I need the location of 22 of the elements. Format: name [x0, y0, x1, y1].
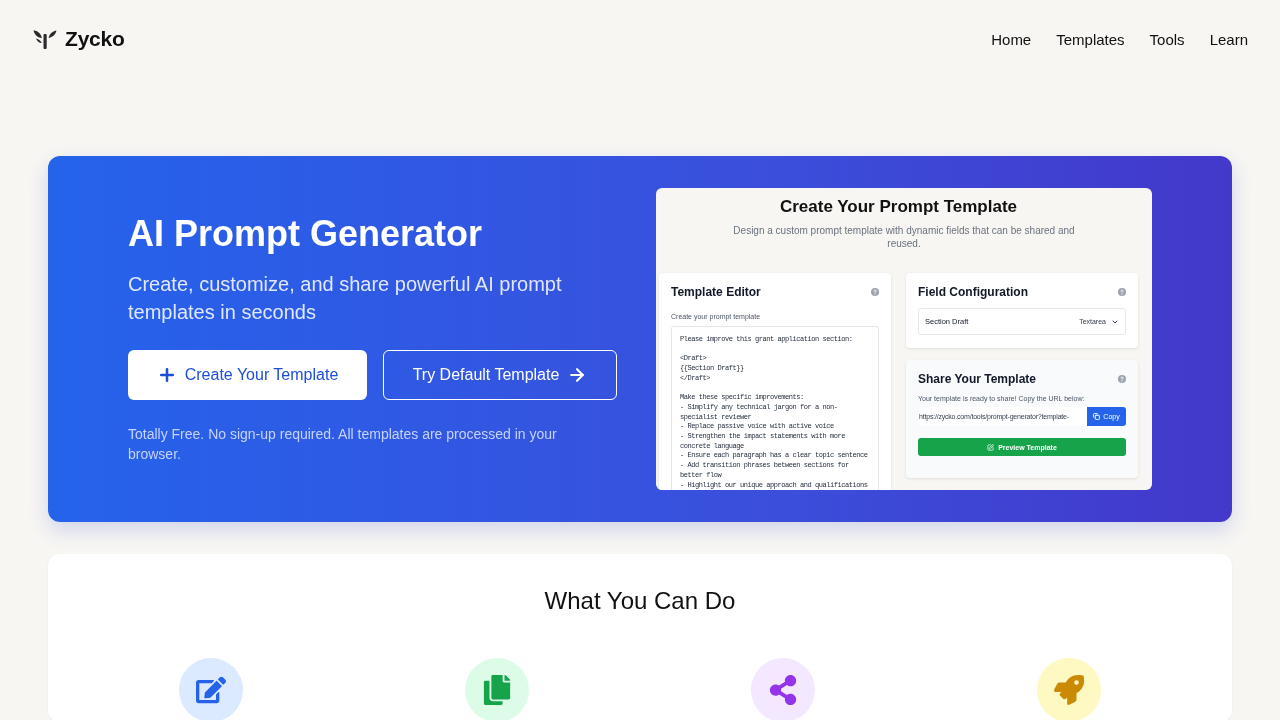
- nav-link[interactable]: Templates: [1056, 30, 1125, 48]
- edit-icon: [987, 443, 995, 451]
- help-icon: [1118, 375, 1126, 383]
- screenshot-title: Create Your Prompt Template: [778, 196, 1019, 218]
- sprout-logo-icon: [33, 29, 57, 49]
- section-title: What You Can Do: [543, 586, 737, 616]
- card-title: Share Your Template: [918, 372, 1037, 386]
- nav-link[interactable]: Tools: [1149, 30, 1185, 48]
- create-template-button[interactable]: Create Your Template: [128, 350, 367, 400]
- copy-icon: [1093, 413, 1101, 420]
- hero-note: Totally Free. No sign-up required. All templates are processed in your browser.: [128, 425, 558, 464]
- help-icon: [1118, 288, 1126, 296]
- hero-title: AI Prompt Generator: [128, 214, 484, 254]
- try-default-template-button[interactable]: Try Default Template: [383, 350, 617, 400]
- nav-link[interactable]: Home: [991, 30, 1032, 48]
- nav-link[interactable]: Learn: [1209, 30, 1248, 48]
- card-title: Template Editor: [671, 285, 761, 299]
- screenshot-subtitle: Design a custom prompt template with dynamic fields that can be shared and reused.: [732, 224, 1076, 250]
- help-icon: [871, 288, 879, 296]
- hero-subtitle: Create, customize, and share powerful AI prompt templates in seconds: [128, 272, 563, 325]
- brand-name[interactable]: Zycko: [65, 27, 125, 51]
- card-title: Field Configuration: [918, 285, 1028, 299]
